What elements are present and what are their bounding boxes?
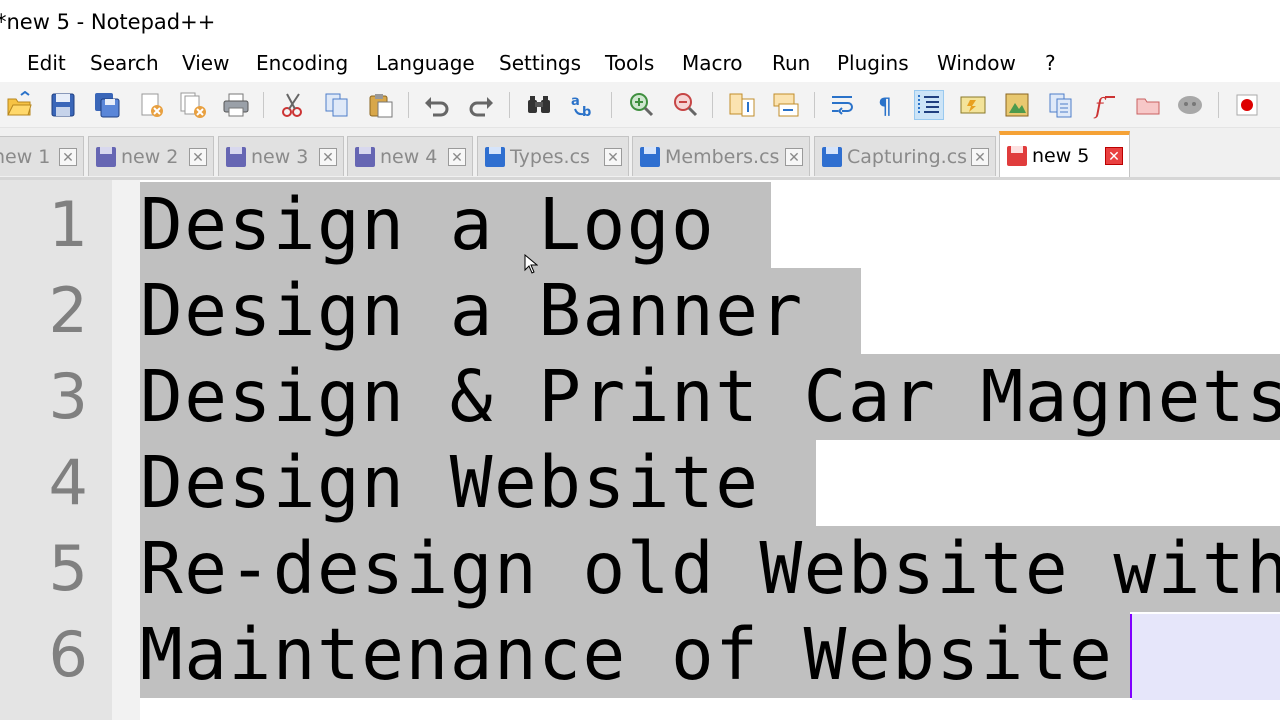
tab-close-icon[interactable]: ✕ xyxy=(59,147,77,166)
close-all-icon[interactable] xyxy=(178,90,208,120)
copy-icon[interactable] xyxy=(322,90,352,120)
saved-file-icon xyxy=(640,146,660,167)
title-bar: *new 5 - Notepad++ xyxy=(0,0,1280,46)
tab-close-icon[interactable]: ✕ xyxy=(604,147,622,166)
saved-file-icon xyxy=(822,146,842,167)
find-icon[interactable] xyxy=(524,90,554,120)
menu-macro[interactable]: Macro xyxy=(682,51,743,75)
undo-icon[interactable] xyxy=(422,90,452,120)
current-line-highlight xyxy=(1132,614,1280,700)
tab-label: Capturing.cs xyxy=(847,145,968,168)
editor-area[interactable]: 1 2 3 4 5 6 Design a Logo Design a Banne… xyxy=(0,180,1280,720)
svg-text:a: a xyxy=(571,94,580,109)
menu-tools[interactable]: Tools xyxy=(605,51,654,75)
menu-bar: Edit Search View Encoding Language Setti… xyxy=(0,46,1280,82)
monitoring-icon[interactable] xyxy=(1175,90,1205,120)
tab-bar: new 1 ✕ new 2 ✕ new 3 ✕ new 4 ✕ Types.cs… xyxy=(0,128,1280,180)
line-number: 5 xyxy=(48,532,88,605)
menu-encoding[interactable]: Encoding xyxy=(256,51,348,75)
open-file-icon[interactable] xyxy=(4,90,34,120)
line-number: 1 xyxy=(48,188,88,261)
tab-label: new 3 xyxy=(251,145,309,168)
word-wrap-icon[interactable] xyxy=(828,90,858,120)
tab-new-3[interactable]: new 3 ✕ xyxy=(218,136,344,176)
show-all-chars-icon[interactable]: ¶ xyxy=(872,90,902,120)
svg-text:f: f xyxy=(1093,95,1107,119)
redo-icon[interactable] xyxy=(466,90,496,120)
tab-label: Members.cs xyxy=(665,145,780,168)
new-file-icon xyxy=(355,146,375,167)
new-file-icon xyxy=(96,146,116,167)
tab-label: new 5 xyxy=(1032,145,1090,167)
menu-plugins[interactable]: Plugins xyxy=(837,51,909,75)
user-lang-icon[interactable] xyxy=(958,90,988,120)
zoom-out-icon[interactable] xyxy=(670,90,700,120)
text-line[interactable]: Design a Logo xyxy=(140,182,771,268)
text-caret xyxy=(1130,614,1132,698)
text-line[interactable]: Design a Banner xyxy=(140,268,861,354)
text-line[interactable]: Design Website xyxy=(140,440,816,526)
text-line[interactable]: Design & Print Car Magnets xyxy=(140,354,1280,440)
doc-map-icon[interactable] xyxy=(1002,90,1032,120)
tab-close-icon[interactable]: ✕ xyxy=(319,147,337,166)
tab-new-5[interactable]: new 5 ✕ xyxy=(999,131,1130,177)
mouse-pointer-icon xyxy=(524,254,538,274)
tab-label: Types.cs xyxy=(510,145,590,168)
menu-settings[interactable]: Settings xyxy=(499,51,581,75)
text-line[interactable]: Re-design old Website with xyxy=(140,526,1280,612)
tab-label: new 4 xyxy=(380,145,438,168)
tab-types-cs[interactable]: Types.cs ✕ xyxy=(477,136,629,176)
tab-close-icon[interactable]: ✕ xyxy=(1105,147,1123,165)
record-macro-icon[interactable] xyxy=(1232,90,1262,120)
menu-window[interactable]: Window xyxy=(937,51,1016,75)
paste-icon[interactable] xyxy=(366,90,396,120)
new-file-icon xyxy=(226,146,246,167)
unsaved-file-icon xyxy=(1007,146,1027,166)
sync-horizontal-icon[interactable] xyxy=(771,90,801,120)
tab-new-2[interactable]: new 2 ✕ xyxy=(88,136,214,176)
svg-text:b: b xyxy=(582,105,591,119)
folder-workspace-icon[interactable] xyxy=(1133,90,1163,120)
menu-view[interactable]: View xyxy=(182,51,229,75)
tab-close-icon[interactable]: ✕ xyxy=(785,147,803,166)
tab-label: new 1 xyxy=(0,145,51,168)
menu-run[interactable]: Run xyxy=(772,51,810,75)
text-line[interactable]: Maintenance of Website xyxy=(140,612,1130,698)
save-icon[interactable] xyxy=(48,90,78,120)
saved-file-icon xyxy=(485,146,505,167)
menu-edit[interactable]: Edit xyxy=(27,51,66,75)
menu-help[interactable]: ? xyxy=(1045,51,1056,75)
tab-capturing-cs[interactable]: Capturing.cs ✕ xyxy=(814,136,996,176)
function-list-icon[interactable]: f xyxy=(1090,90,1120,120)
print-icon[interactable] xyxy=(221,90,251,120)
zoom-in-icon[interactable] xyxy=(626,90,656,120)
indent-guide-icon[interactable] xyxy=(914,90,944,120)
tab-label: new 2 xyxy=(121,145,179,168)
sync-vertical-icon[interactable] xyxy=(727,90,757,120)
menu-search[interactable]: Search xyxy=(90,51,159,75)
replace-icon[interactable]: ab xyxy=(568,90,598,120)
close-icon[interactable] xyxy=(136,90,166,120)
tab-close-icon[interactable]: ✕ xyxy=(971,147,989,166)
tab-members-cs[interactable]: Members.cs ✕ xyxy=(632,136,810,176)
toolbar: ab ¶ f xyxy=(0,82,1280,128)
tab-close-icon[interactable]: ✕ xyxy=(189,147,207,166)
tab-new-1[interactable]: new 1 ✕ xyxy=(0,136,84,176)
cut-icon[interactable] xyxy=(278,90,308,120)
fold-margin[interactable] xyxy=(112,180,140,720)
line-number: 3 xyxy=(48,360,88,433)
tab-new-4[interactable]: new 4 ✕ xyxy=(347,136,473,176)
line-number: 4 xyxy=(48,446,88,519)
menu-language[interactable]: Language xyxy=(376,51,475,75)
line-number: 6 xyxy=(48,618,88,691)
doc-list-icon[interactable] xyxy=(1046,90,1076,120)
line-number: 2 xyxy=(48,274,88,347)
window-title: *new 5 - Notepad++ xyxy=(0,10,216,34)
svg-text:¶: ¶ xyxy=(878,95,892,119)
save-all-icon[interactable] xyxy=(92,90,122,120)
tab-close-icon[interactable]: ✕ xyxy=(448,147,466,166)
